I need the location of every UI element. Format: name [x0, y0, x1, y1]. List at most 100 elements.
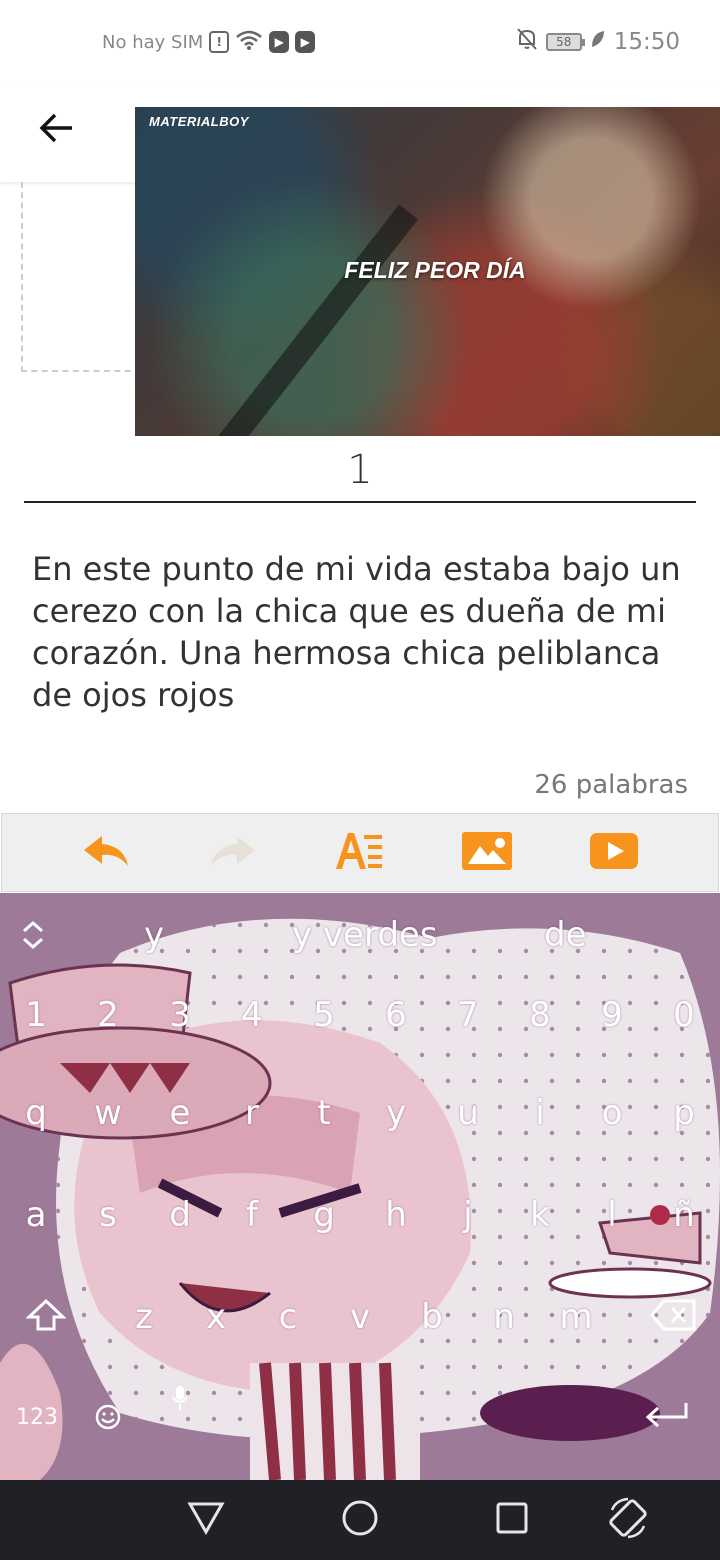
key[interactable]: 6: [360, 995, 432, 1035]
key[interactable]: y: [360, 1093, 432, 1133]
nav-home-button[interactable]: [338, 1498, 382, 1542]
navigation-bar: [0, 1480, 720, 1560]
key[interactable]: q: [0, 1093, 72, 1133]
play-store-icon: ▶: [295, 31, 316, 53]
carrier-text: No hay SIM: [102, 31, 204, 53]
key[interactable]: c: [252, 1297, 324, 1337]
number-row: 1 2 3 4 5 6 7 8 9 0: [0, 995, 720, 1035]
key[interactable]: h: [360, 1195, 432, 1235]
nav-back-button[interactable]: [184, 1498, 228, 1542]
image-icon: [462, 831, 513, 874]
media-caption: FELIZ PEOR DÍA: [344, 257, 526, 283]
key[interactable]: j: [432, 1195, 504, 1235]
back-button[interactable]: [30, 104, 82, 156]
key[interactable]: 5: [288, 995, 360, 1035]
nav-recents-button[interactable]: [490, 1498, 534, 1542]
cover-placeholder[interactable]: [21, 182, 141, 372]
shift-key[interactable]: [25, 1298, 67, 1332]
undo-icon: [82, 832, 130, 874]
chapter-title[interactable]: 1: [24, 440, 696, 503]
key[interactable]: i: [504, 1093, 576, 1133]
key[interactable]: ñ: [648, 1195, 720, 1235]
key[interactable]: z: [108, 1297, 180, 1337]
key[interactable]: s: [72, 1195, 144, 1235]
emoji-key[interactable]: [94, 1403, 122, 1431]
editor-toolbar: [1, 813, 719, 892]
back-triangle-icon: [187, 1501, 225, 1539]
story-text[interactable]: En este punto de mi vida estaba bajo un …: [32, 548, 692, 716]
key[interactable]: 0: [648, 995, 720, 1035]
home-circle-icon: [341, 1499, 379, 1541]
status-right: 58 15:50: [516, 26, 680, 58]
key[interactable]: a: [0, 1195, 72, 1235]
key[interactable]: 9: [576, 995, 648, 1035]
suggestion-toggle[interactable]: [18, 917, 48, 953]
backspace-icon: [650, 1299, 696, 1335]
key[interactable]: r: [216, 1093, 288, 1133]
battery-icon: 58: [545, 33, 585, 51]
space-key[interactable]: [210, 1383, 540, 1453]
suggestion-2[interactable]: y verdes: [292, 915, 438, 955]
key[interactable]: 8: [504, 995, 576, 1035]
insert-image-button[interactable]: [457, 828, 517, 878]
letter-row-2: a s d f g h j k l ñ: [0, 1195, 720, 1235]
key[interactable]: o: [576, 1093, 648, 1133]
enter-icon: [644, 1403, 690, 1435]
media-watermark: MATERIALBOY: [149, 114, 249, 129]
backspace-key[interactable]: [650, 1299, 696, 1331]
key[interactable]: l: [576, 1195, 648, 1235]
redo-icon: [209, 832, 257, 874]
clock: 15:50: [613, 29, 680, 55]
recents-square-icon: [495, 1501, 529, 1539]
mic-key[interactable]: [170, 1385, 190, 1411]
key[interactable]: 1: [0, 995, 72, 1035]
wifi-icon: [235, 29, 263, 56]
sim-alert-icon: !: [209, 31, 230, 53]
key[interactable]: e: [144, 1093, 216, 1133]
status-left: No hay SIM ! ▶ ▶: [102, 28, 316, 56]
text-format-icon: [334, 831, 386, 875]
key[interactable]: 3: [144, 995, 216, 1035]
status-bar: No hay SIM ! ▶ ▶ 58 15:50: [0, 0, 720, 84]
rotate-screen-icon: [606, 1496, 650, 1544]
key[interactable]: x: [180, 1297, 252, 1337]
keyboard: y y verdes de 1 2 3 4 5 6 7 8 9 0 q w e …: [0, 893, 720, 1480]
key[interactable]: k: [504, 1195, 576, 1235]
key[interactable]: g: [288, 1195, 360, 1235]
key[interactable]: d: [144, 1195, 216, 1235]
key[interactable]: f: [216, 1195, 288, 1235]
redo-button[interactable]: [203, 828, 263, 878]
key[interactable]: n: [468, 1297, 540, 1337]
key[interactable]: 2: [72, 995, 144, 1035]
bell-off-icon: [516, 27, 538, 57]
key[interactable]: u: [432, 1093, 504, 1133]
rotate-screen-button[interactable]: [606, 1496, 650, 1544]
media-image[interactable]: MATERIALBOY FELIZ PEOR DÍA: [135, 107, 720, 436]
play-store-icon: ▶: [269, 31, 290, 53]
letter-row-1: q w e r t y u i o p: [0, 1093, 720, 1133]
key[interactable]: 7: [432, 995, 504, 1035]
chevron-up-down-icon: [18, 920, 48, 957]
youtube-icon: [590, 832, 639, 873]
letter-row-3: z x c v b n m: [108, 1297, 612, 1337]
text-format-button[interactable]: [330, 828, 390, 878]
mode-key[interactable]: 123: [16, 1405, 58, 1430]
key[interactable]: v: [324, 1297, 396, 1337]
key[interactable]: w: [72, 1093, 144, 1133]
key[interactable]: p: [648, 1093, 720, 1133]
suggestion-3[interactable]: de: [544, 915, 587, 955]
leaf-icon: [590, 29, 606, 55]
battery-level: 58: [556, 35, 572, 49]
suggestion-1[interactable]: y: [144, 915, 164, 955]
undo-button[interactable]: [76, 828, 136, 878]
enter-key[interactable]: [644, 1401, 690, 1431]
emoji-icon: [94, 1404, 122, 1435]
key[interactable]: b: [396, 1297, 468, 1337]
media-decor: [195, 204, 419, 436]
arrow-left-icon: [38, 112, 74, 148]
key[interactable]: 4: [216, 995, 288, 1035]
key[interactable]: t: [288, 1093, 360, 1133]
insert-video-button[interactable]: [584, 828, 644, 878]
key[interactable]: m: [540, 1297, 612, 1337]
shift-icon: [25, 1298, 67, 1336]
